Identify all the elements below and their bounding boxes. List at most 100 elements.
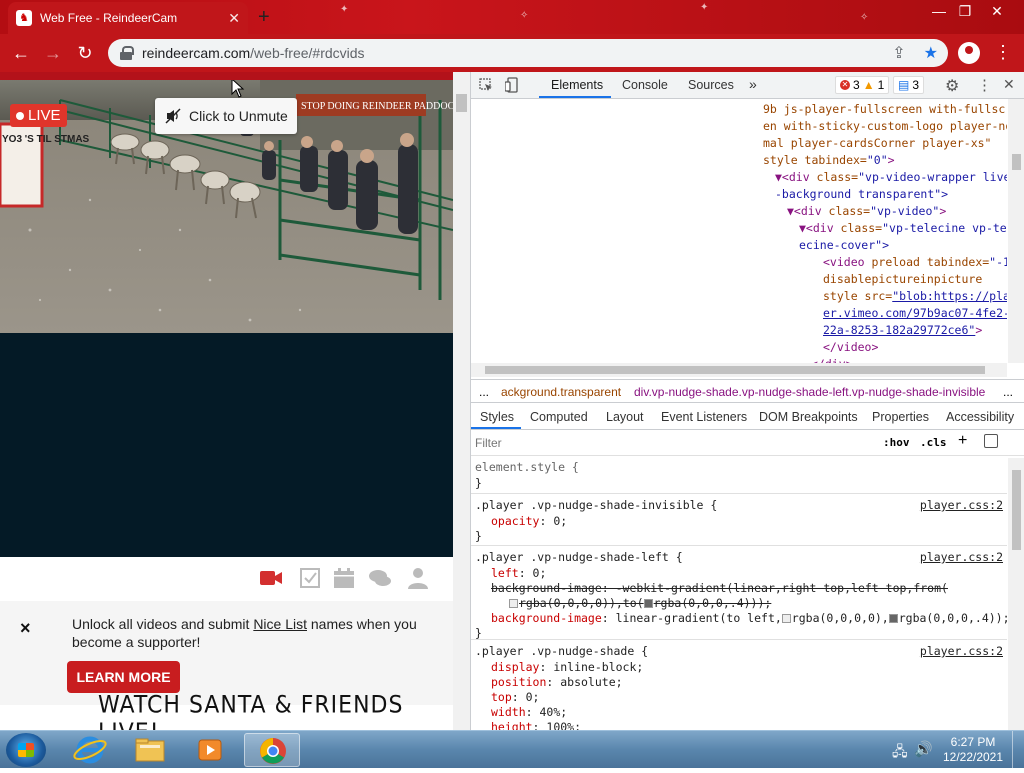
dom-breadcrumb: ... ackground.transparent div.vp-nudge-s…	[471, 379, 1024, 403]
video-player[interactable]: STOP DOING REINDEER PADDOCK YO3 'S TIL S…	[0, 80, 453, 333]
dom-attr: class=	[840, 221, 883, 235]
tab-sources[interactable]: Sources	[688, 78, 734, 92]
dom-value: "vp-telecine vp-tel	[882, 221, 1007, 235]
tab-elements[interactable]: Elements	[551, 78, 603, 92]
subtab-computed[interactable]: Computed	[530, 410, 588, 424]
promo-close-button[interactable]: ×	[20, 618, 31, 639]
dom-tree-scrollbar[interactable]	[1008, 99, 1024, 363]
address-bar[interactable]: reindeercam.com/web-free/#rdcvids ⇪ ★	[108, 39, 948, 67]
taskbar-media-player[interactable]	[182, 733, 238, 767]
dom-tree-horizontal-scrollbar[interactable]	[471, 363, 1007, 377]
share-icon[interactable]: ⇪	[892, 43, 905, 63]
breadcrumb-ellipsis[interactable]: ...	[479, 385, 489, 399]
bookmark-star-icon[interactable]: ★	[924, 43, 938, 63]
rule-source-link[interactable]: player.css:2	[920, 550, 1003, 564]
window-close-button[interactable]: ✕	[986, 2, 1008, 20]
profile-avatar[interactable]	[958, 42, 980, 64]
system-clock[interactable]: 6:27 PM 12/22/2021	[938, 735, 1008, 765]
volume-icon[interactable]: 🔊	[914, 740, 933, 758]
style-rule-nudge-shade-left[interactable]: .player .vp-nudge-shade-left { player.cs…	[471, 547, 1007, 640]
tab-console[interactable]: Console	[622, 78, 668, 92]
more-tabs-button[interactable]: »	[749, 76, 757, 92]
issues-counter[interactable]: ✕ 3 ▲ 1	[835, 76, 890, 94]
subtab-styles[interactable]: Styles	[480, 410, 514, 424]
style-rule-nudge-shade-invisible[interactable]: .player .vp-nudge-shade-invisible { play…	[471, 495, 1007, 546]
learn-more-button[interactable]: LEARN MORE	[67, 661, 180, 693]
browser-tab[interactable]: ♞ Web Free - ReindeerCam ✕	[8, 2, 248, 34]
device-toolbar-icon[interactable]	[505, 77, 519, 93]
style-rule-nudge-shade[interactable]: .player .vp-nudge-shade { player.css:2 d…	[471, 641, 1007, 730]
message-icon: ▤	[898, 78, 910, 92]
style-rule-element[interactable]: element.style { }	[471, 458, 1007, 494]
video-letterbox	[0, 333, 453, 557]
start-button[interactable]	[6, 733, 46, 767]
inspect-element-icon[interactable]	[479, 78, 493, 92]
taskbar-chrome[interactable]	[244, 733, 300, 767]
messages-counter[interactable]: ▤ 3	[893, 76, 925, 94]
blob-src-link[interactable]: "blob:https://play	[892, 289, 1007, 303]
subtab-layout[interactable]: Layout	[606, 410, 644, 424]
dom-node-video[interactable]: <video preload tabindex="-1"	[823, 255, 1007, 269]
checklist-icon[interactable]	[298, 567, 322, 589]
rule-source-link[interactable]: player.css:2	[920, 644, 1003, 658]
page-scrollbar[interactable]	[453, 72, 470, 730]
dom-line: ecine-cover">	[799, 238, 889, 252]
color-swatch-dark[interactable]	[643, 599, 653, 608]
dom-node-vp-video-wrapper[interactable]: ▼<div class="vp-video-wrapper live	[775, 170, 1007, 184]
dom-bracket: >	[939, 204, 947, 218]
elements-dom-tree[interactable]: 9b js-player-fullscreen with-fullscre en…	[473, 99, 1007, 367]
calendar-icon[interactable]	[332, 567, 356, 589]
overridden-property: background-image: -webkit-gradient(linea…	[491, 581, 948, 595]
styles-filter-input[interactable]	[475, 433, 865, 452]
devtools-settings-gear-icon[interactable]: ⚙	[945, 76, 959, 96]
blob-src-link[interactable]: 22a-8253-182a29772ce6"	[823, 323, 975, 337]
minimize-button[interactable]: —	[928, 2, 950, 20]
styles-subtabs: Styles Computed Layout Event Listeners D…	[471, 404, 1024, 430]
styles-scrollbar[interactable]	[1008, 458, 1024, 730]
network-icon[interactable]: 🖧	[892, 741, 908, 765]
show-desktop-button[interactable]	[1012, 731, 1024, 769]
horizontal-scrollbar-thumb[interactable]	[485, 366, 985, 374]
color-swatch-transparent[interactable]	[781, 614, 791, 623]
taskbar-ie[interactable]	[62, 733, 118, 767]
dom-class-text: en with-sticky-custom-logo player-nor	[763, 119, 1007, 133]
dom-tree-scrollbar-thumb[interactable]	[1012, 154, 1021, 170]
blob-src-link[interactable]: er.vimeo.com/97b9ac07-4fe2-4	[823, 306, 1007, 320]
taskbar-explorer[interactable]	[122, 733, 178, 767]
devtools-close-icon[interactable]: ✕	[1003, 76, 1015, 93]
breadcrumb-item[interactable]: ackground.transparent	[501, 385, 621, 399]
video-camera-icon[interactable]	[259, 567, 283, 589]
hover-state-toggle[interactable]: :hov	[883, 436, 910, 449]
styles-scrollbar-thumb[interactable]	[1012, 470, 1021, 550]
tab-close-icon[interactable]: ✕	[228, 10, 240, 27]
subtab-properties[interactable]: Properties	[872, 410, 929, 424]
class-toggle[interactable]: .cls	[920, 436, 947, 449]
dom-node-vp-telecine[interactable]: ▼<div class="vp-telecine vp-tel	[799, 221, 1007, 235]
subtab-event-listeners[interactable]: Event Listeners	[661, 410, 747, 424]
toggle-sidebar-icon[interactable]	[984, 434, 998, 448]
property-name: top	[491, 690, 512, 704]
styles-filter-bar: :hov .cls +	[471, 430, 1024, 456]
back-button[interactable]: ←	[10, 42, 32, 64]
color-swatch-dark[interactable]	[888, 614, 898, 623]
nice-list-link[interactable]: Nice List	[253, 616, 307, 632]
forward-button[interactable]: →	[42, 42, 64, 64]
rule-source-link[interactable]: player.css:2	[920, 498, 1003, 512]
breadcrumb-item-selected[interactable]: div.vp-nudge-shade.vp-nudge-shade-left.v…	[634, 385, 985, 399]
page-scrollbar-thumb[interactable]	[456, 94, 467, 112]
subtab-accessibility[interactable]: Accessibility	[946, 410, 1014, 424]
promo-text-start: Unlock all videos and submit	[72, 616, 254, 632]
new-tab-button[interactable]: +	[258, 6, 270, 29]
color-swatch-transparent[interactable]	[509, 599, 518, 608]
reload-button[interactable]: ↻	[74, 42, 96, 64]
chat-bubbles-icon[interactable]	[368, 567, 392, 589]
click-to-unmute-button[interactable]: Click to Unmute	[155, 98, 297, 134]
breadcrumb-trail[interactable]: ...	[1003, 385, 1013, 399]
restore-button[interactable]: ❐	[954, 2, 976, 20]
browser-menu-icon[interactable]: ⋮	[994, 42, 1012, 63]
user-profile-icon[interactable]	[406, 567, 430, 589]
dom-node-vp-video[interactable]: ▼<div class="vp-video">	[787, 204, 946, 218]
devtools-menu-icon[interactable]: ⋮	[977, 76, 992, 94]
subtab-dom-breakpoints[interactable]: DOM Breakpoints	[759, 410, 858, 424]
new-style-rule-icon[interactable]: +	[958, 432, 967, 450]
